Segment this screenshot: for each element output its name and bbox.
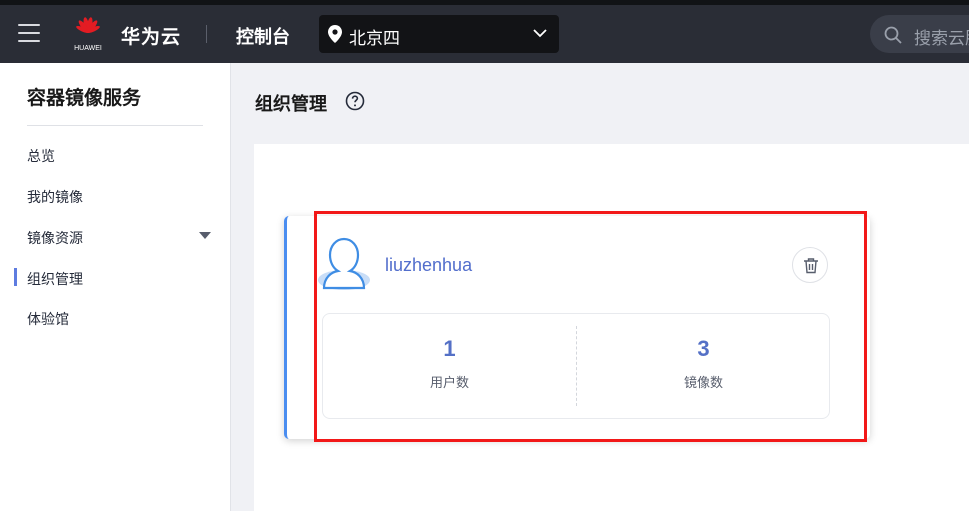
sidebar: 容器镜像服务 总览 我的镜像 镜像资源 组织管理 体验馆 <box>0 63 231 511</box>
top-navbar: HUAWEI 华为云 控制台 北京四 搜索云服 <box>0 0 969 63</box>
sidebar-item-experience-hall[interactable]: 体验馆 <box>0 303 230 333</box>
highlight-box <box>314 211 867 442</box>
search-icon <box>884 26 902 44</box>
chevron-down-icon <box>533 29 547 38</box>
page-title: 组织管理 <box>255 94 327 114</box>
region-name: 北京四 <box>349 29 400 48</box>
region-selector[interactable]: 北京四 <box>319 15 559 53</box>
browser-edge <box>0 0 969 5</box>
logo-wordmark: HUAWEI <box>74 45 102 52</box>
hamburger-menu-icon[interactable] <box>18 24 40 42</box>
search-placeholder: 搜索云服 <box>914 29 969 48</box>
search-input[interactable]: 搜索云服 <box>870 15 969 53</box>
header-divider <box>206 25 207 43</box>
sidebar-item-my-images[interactable]: 我的镜像 <box>0 181 230 211</box>
sidebar-item-label: 体验馆 <box>27 311 69 327</box>
active-indicator <box>14 268 17 286</box>
brand-name[interactable]: 华为云 <box>121 22 181 49</box>
sidebar-item-label: 组织管理 <box>27 271 83 287</box>
help-icon[interactable] <box>345 91 365 111</box>
sidebar-item-label: 镜像资源 <box>27 230 83 246</box>
sidebar-item-label: 我的镜像 <box>27 189 83 205</box>
sidebar-item-label: 总览 <box>27 148 55 164</box>
huawei-logo[interactable]: HUAWEI <box>68 16 108 52</box>
sidebar-item-org-management[interactable]: 组织管理 <box>0 263 230 293</box>
location-pin-icon <box>328 25 342 43</box>
sidebar-item-overview[interactable]: 总览 <box>0 140 230 170</box>
sidebar-divider <box>27 125 203 126</box>
console-link[interactable]: 控制台 <box>236 23 290 49</box>
service-title: 容器镜像服务 <box>27 88 142 109</box>
sidebar-item-image-resources[interactable]: 镜像资源 <box>0 222 230 252</box>
caret-down-icon[interactable] <box>199 232 211 239</box>
